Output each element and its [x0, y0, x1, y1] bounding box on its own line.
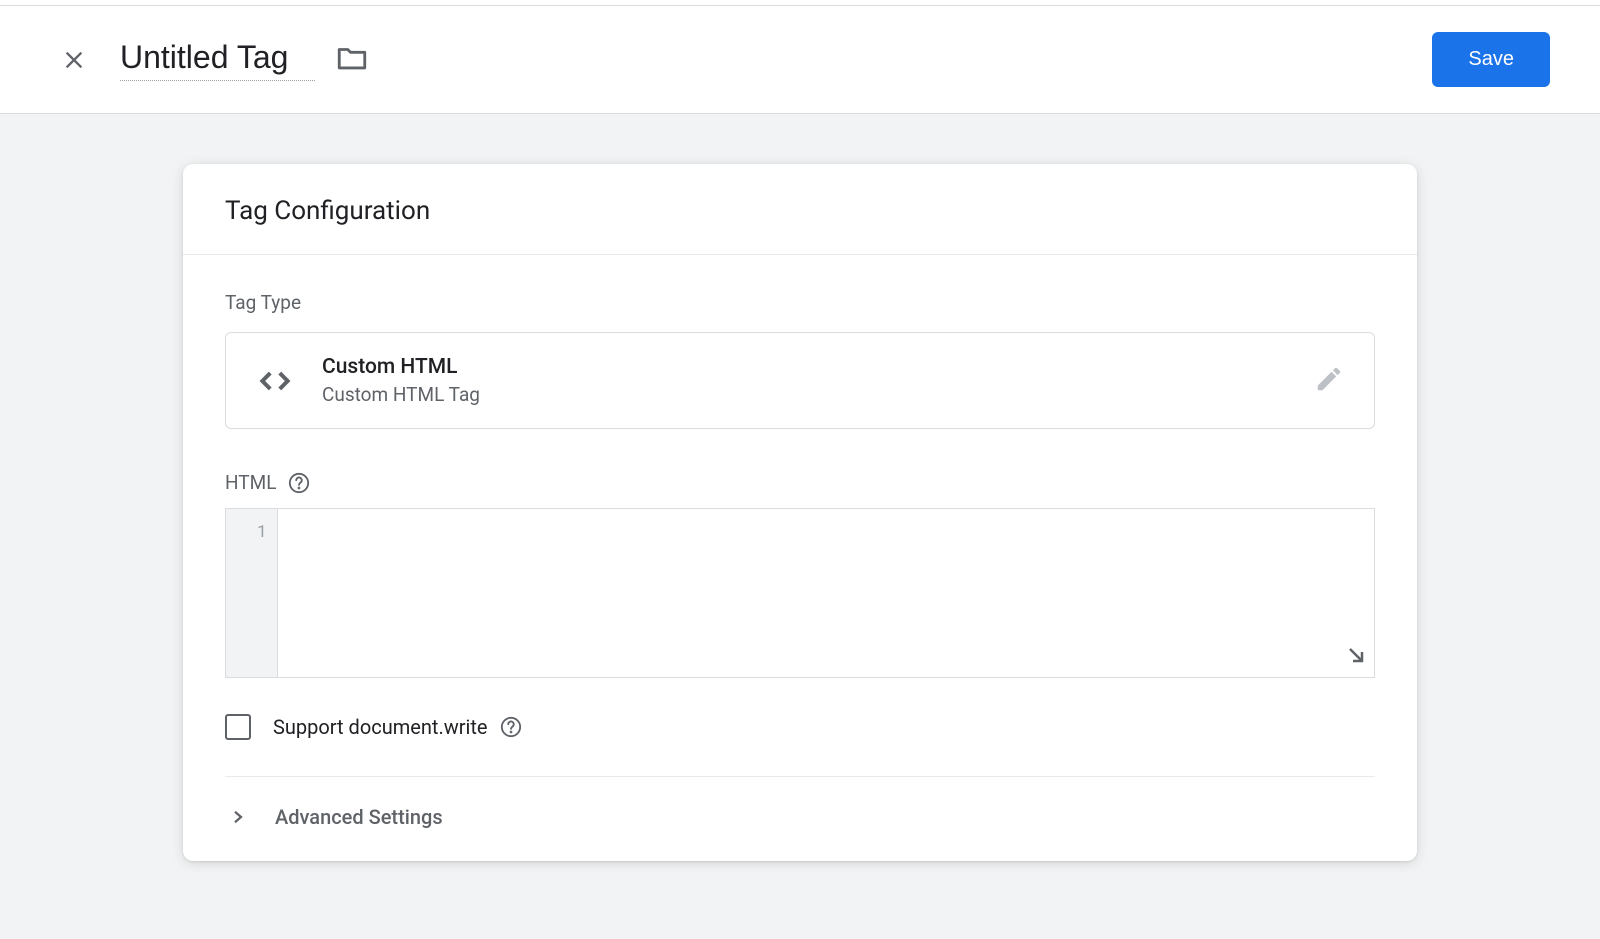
support-document-write-checkbox[interactable] [225, 714, 251, 740]
tag-name-input[interactable] [120, 39, 315, 81]
folder-button[interactable] [335, 41, 369, 79]
pencil-icon [1314, 364, 1344, 394]
close-button[interactable] [50, 36, 98, 84]
tag-type-selector[interactable]: Custom HTML Custom HTML Tag [225, 332, 1375, 429]
chevron-right-icon [229, 808, 247, 826]
edit-tag-type-button[interactable] [1314, 364, 1344, 398]
html-help-button[interactable] [288, 472, 310, 494]
tag-type-name: Custom HTML [322, 355, 1314, 379]
header: Save [0, 6, 1600, 114]
card-title: Tag Configuration [225, 196, 1375, 226]
save-button[interactable]: Save [1432, 32, 1550, 87]
close-icon [60, 46, 88, 74]
advanced-settings-toggle[interactable]: Advanced Settings [225, 777, 1375, 861]
html-code-editor[interactable]: 1 [225, 508, 1375, 678]
resize-handle[interactable] [1344, 643, 1368, 671]
line-number: 1 [226, 519, 277, 542]
tag-type-description: Custom HTML Tag [322, 383, 1314, 406]
folder-icon [335, 41, 369, 75]
advanced-settings-label: Advanced Settings [275, 805, 443, 829]
editor-gutter: 1 [226, 509, 278, 677]
tag-configuration-card: Tag Configuration Tag Type Custom HTML C… [183, 164, 1417, 861]
checkbox-label: Support document.write [273, 715, 488, 739]
code-icon [256, 362, 294, 400]
document-write-help-button[interactable] [500, 716, 522, 738]
help-icon [288, 472, 310, 494]
resize-icon [1344, 643, 1368, 667]
help-icon [500, 716, 522, 738]
html-label: HTML [225, 471, 276, 494]
editor-textarea[interactable] [278, 509, 1374, 677]
tag-type-label: Tag Type [225, 291, 1375, 314]
